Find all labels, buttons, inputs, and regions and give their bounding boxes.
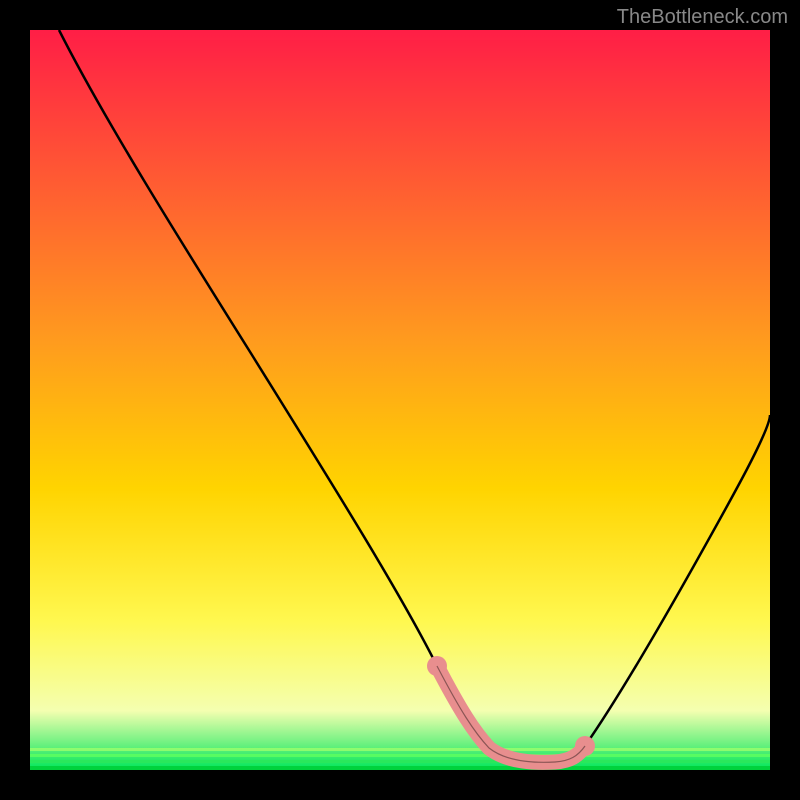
chart-container: TheBottleneck.com bbox=[0, 0, 800, 800]
watermark-text: TheBottleneck.com bbox=[617, 6, 788, 29]
plot-svg bbox=[30, 30, 770, 770]
gradient-background bbox=[30, 30, 770, 770]
